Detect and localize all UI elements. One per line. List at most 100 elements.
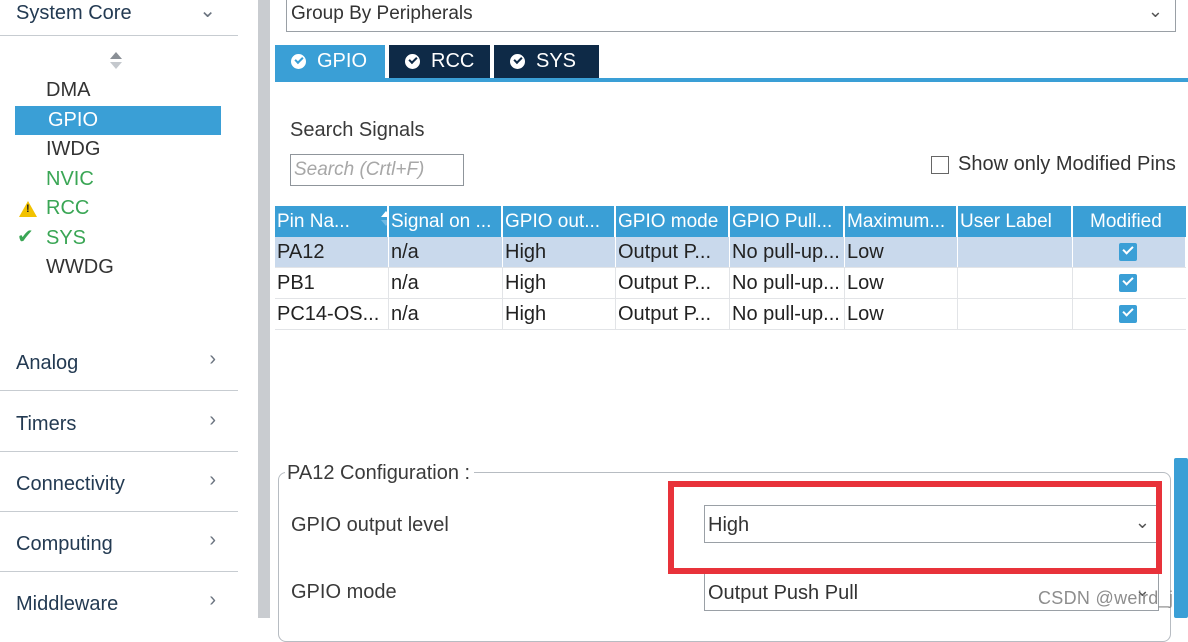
watermark: CSDN @weird_j xyxy=(1038,588,1174,608)
tab-rcc[interactable]: RCC xyxy=(389,45,490,78)
configuration-title: PA12 Configuration : xyxy=(285,462,475,485)
cell-output-level: High xyxy=(503,268,616,298)
peripheral-item-nvic[interactable]: NVIC xyxy=(15,165,221,195)
group-by-select[interactable]: Group By Peripherals ⌄ xyxy=(286,0,1176,32)
column-header-output-level[interactable]: GPIO out... xyxy=(503,206,616,237)
chevron-right-icon[interactable]: › xyxy=(209,589,216,612)
peripheral-item-dma[interactable]: DMA xyxy=(15,76,221,106)
show-modified-checkbox[interactable] xyxy=(931,156,949,174)
peripheral-item-gpio[interactable]: GPIO xyxy=(15,105,221,135)
cell-pin: PC14-OS... xyxy=(275,299,389,329)
cell-pin: PA12 xyxy=(275,237,389,267)
peripheral-label: RCC xyxy=(46,197,90,219)
column-header-gpio-mode[interactable]: GPIO mode xyxy=(616,206,730,237)
peripheral-item-sys[interactable]: ✔ SYS xyxy=(15,224,221,254)
category-label: System Core xyxy=(16,2,132,24)
category-system-core[interactable]: System Core ⌄ xyxy=(0,0,238,36)
table-row[interactable]: PC14-OS... n/a High Output P... No pull-… xyxy=(275,299,1186,330)
chevron-down-icon[interactable]: ⌄ xyxy=(1148,1,1163,22)
cell-gpio-mode: Output P... xyxy=(616,299,730,329)
category-timers[interactable]: Timers › xyxy=(0,392,238,452)
category-label: Connectivity xyxy=(16,473,125,495)
peripheral-label: GPIO xyxy=(48,108,99,131)
column-header-max-speed[interactable]: Maximum... xyxy=(845,206,958,237)
cell-gpio-mode: Output P... xyxy=(616,268,730,298)
cell-modified xyxy=(1073,237,1186,267)
tab-label: SYS xyxy=(536,50,577,72)
cell-gpio-pull: No pull-up... xyxy=(730,268,845,298)
check-circle-icon xyxy=(291,54,306,69)
cell-user-label[interactable] xyxy=(958,237,1073,267)
column-header-user-label[interactable]: User Label xyxy=(958,206,1073,237)
chevron-right-icon[interactable]: › xyxy=(209,409,216,432)
peripheral-list: DMA GPIO IWDG NVIC RCC ✔ SYS WWDG xyxy=(15,76,221,283)
cell-signal: n/a xyxy=(389,268,503,298)
warning-icon xyxy=(19,201,37,217)
cell-signal: n/a xyxy=(389,299,503,329)
cell-user-label[interactable] xyxy=(958,299,1073,329)
panel-splitter[interactable] xyxy=(258,0,270,618)
cell-output-level: High xyxy=(503,237,616,267)
tab-label: GPIO xyxy=(317,50,368,72)
group-by-value: Group By Peripherals xyxy=(291,3,473,24)
modified-checkbox-checked[interactable] xyxy=(1119,274,1137,292)
cell-gpio-pull: No pull-up... xyxy=(730,299,845,329)
chevron-right-icon[interactable]: › xyxy=(209,469,216,492)
cell-gpio-mode: Output P... xyxy=(616,237,730,267)
cell-max-speed: Low xyxy=(845,237,958,267)
peripheral-item-iwdg[interactable]: IWDG xyxy=(15,135,221,165)
cell-user-label[interactable] xyxy=(958,268,1073,298)
category-label: Computing xyxy=(16,533,113,555)
tab-underline xyxy=(275,78,1188,82)
peripheral-label: DMA xyxy=(46,79,91,101)
output-level-label: GPIO output level xyxy=(291,514,449,536)
peripheral-item-wwdg[interactable]: WWDG xyxy=(15,253,221,283)
tab-gpio[interactable]: GPIO xyxy=(275,45,385,78)
tab-label: RCC xyxy=(431,50,475,72)
annotation-highlight-box xyxy=(668,481,1162,574)
chevron-right-icon[interactable]: › xyxy=(209,348,216,371)
pin-table: Pin Na... Signal on ... GPIO out... GPIO… xyxy=(275,206,1186,330)
cell-output-level: High xyxy=(503,299,616,329)
modified-checkbox-checked[interactable] xyxy=(1119,243,1137,261)
sort-icon[interactable] xyxy=(108,52,124,72)
search-box[interactable] xyxy=(290,154,464,186)
table-row[interactable]: PA12 n/a High Output P... No pull-up... … xyxy=(275,237,1186,268)
table-row[interactable]: PB1 n/a High Output P... No pull-up... L… xyxy=(275,268,1186,299)
category-analog[interactable]: Analog › xyxy=(0,331,238,391)
peripheral-label: IWDG xyxy=(46,138,101,160)
chevron-right-icon[interactable]: › xyxy=(209,529,216,552)
peripheral-item-rcc[interactable]: RCC xyxy=(15,194,221,224)
table-header: Pin Na... Signal on ... GPIO out... GPIO… xyxy=(275,206,1186,237)
check-icon: ✔ xyxy=(17,225,34,248)
category-label: Middleware xyxy=(16,593,119,615)
category-middleware[interactable]: Middleware › xyxy=(0,572,238,632)
check-circle-icon xyxy=(405,54,420,69)
gpio-mode-label: GPIO mode xyxy=(291,581,397,603)
category-label: Analog xyxy=(16,352,79,374)
cell-modified xyxy=(1073,268,1186,298)
column-header-gpio-pull[interactable]: GPIO Pull... xyxy=(730,206,845,237)
show-modified-label: Show only Modified Pins xyxy=(958,153,1176,175)
category-computing[interactable]: Computing › xyxy=(0,512,238,572)
vertical-scrollbar[interactable] xyxy=(1174,458,1188,618)
cell-pin: PB1 xyxy=(275,268,389,298)
chevron-up-icon[interactable]: ⌄ xyxy=(199,0,216,23)
category-connectivity[interactable]: Connectivity › xyxy=(0,452,238,512)
cell-modified xyxy=(1073,299,1186,329)
cell-max-speed: Low xyxy=(845,299,958,329)
column-header-signal[interactable]: Signal on ... xyxy=(389,206,503,237)
gpio-mode-value: Output Push Pull xyxy=(708,582,859,604)
column-header-pin-name[interactable]: Pin Na... xyxy=(275,206,389,237)
tab-sys[interactable]: SYS xyxy=(494,45,599,78)
column-header-modified[interactable]: Modified xyxy=(1073,206,1186,237)
peripheral-label: SYS xyxy=(46,226,87,249)
search-signals-title: Search Signals xyxy=(290,119,425,141)
cell-gpio-pull: No pull-up... xyxy=(730,237,845,267)
modified-checkbox-checked[interactable] xyxy=(1119,305,1137,323)
search-input[interactable] xyxy=(293,157,459,183)
column-header-label: Pin Na... xyxy=(277,211,350,232)
check-circle-icon xyxy=(510,54,525,69)
cell-signal: n/a xyxy=(389,237,503,267)
cell-max-speed: Low xyxy=(845,268,958,298)
